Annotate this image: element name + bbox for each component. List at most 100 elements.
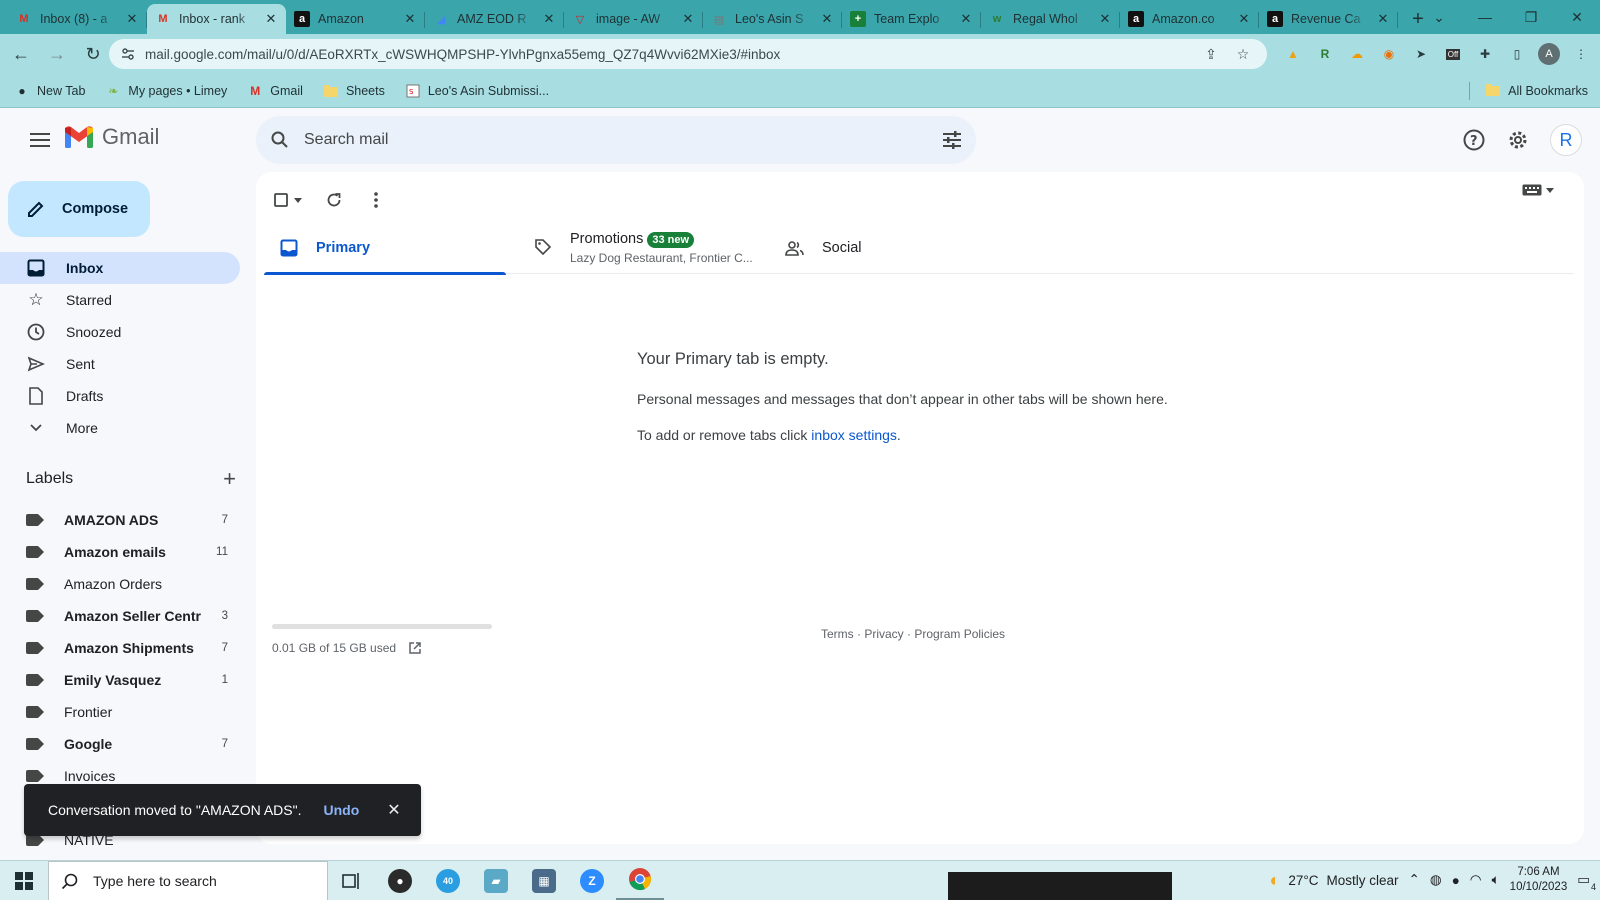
search-input[interactable] bbox=[304, 131, 928, 149]
browser-tab[interactable]: M Inbox (8) - a ✕ bbox=[8, 4, 147, 34]
program-policies-link[interactable]: Program Policies bbox=[914, 627, 1005, 641]
close-tab-icon[interactable]: ✕ bbox=[1237, 11, 1251, 27]
close-window-icon[interactable]: ✕ bbox=[1554, 0, 1600, 34]
close-tab-icon[interactable]: ✕ bbox=[959, 11, 973, 27]
chevron-up-icon[interactable]: ⌃ bbox=[1409, 872, 1420, 888]
create-label-icon[interactable]: + bbox=[223, 468, 236, 490]
browser-tab[interactable]: ▤ Leo's Asin S ✕ bbox=[703, 4, 842, 34]
undo-button[interactable]: Undo bbox=[323, 802, 359, 818]
close-tab-icon[interactable]: ✕ bbox=[820, 11, 834, 27]
volume-icon[interactable]: 🔈︎ bbox=[1492, 872, 1500, 888]
browser-tab[interactable]: a Amazon ✕ bbox=[286, 4, 425, 34]
extension-icon-1[interactable]: ▲ bbox=[1280, 41, 1306, 67]
side-panel-icon[interactable]: ▯ bbox=[1504, 41, 1530, 67]
tab-promotions[interactable]: Promotions 33 new Lazy Dog Restaurant, Fr… bbox=[518, 222, 768, 274]
browser-tab[interactable]: ▽ image - AW ✕ bbox=[564, 4, 703, 34]
browser-tab[interactable]: M Inbox - rank ✕ bbox=[147, 4, 286, 34]
all-bookmarks[interactable]: All Bookmarks bbox=[1469, 74, 1588, 108]
label-item[interactable]: Amazon Shipments 7 bbox=[0, 632, 240, 664]
close-tab-icon[interactable]: ✕ bbox=[681, 11, 695, 27]
network-icon[interactable]: ◍ bbox=[1430, 872, 1442, 888]
windows-start-icon[interactable] bbox=[0, 861, 48, 900]
restore-icon[interactable]: ❐ bbox=[1508, 0, 1554, 34]
input-tools-icon[interactable] bbox=[1522, 184, 1554, 196]
chrome-menu-icon[interactable]: ⋮ bbox=[1568, 41, 1594, 67]
chrome-icon[interactable] bbox=[616, 861, 664, 900]
bookmark-leos-asin[interactable]: S Leo's Asin Submissi... bbox=[405, 83, 549, 99]
account-avatar[interactable]: R bbox=[1550, 124, 1582, 156]
settings-gear-icon[interactable] bbox=[1498, 120, 1538, 160]
label-item[interactable]: AMAZON ADS 7 bbox=[0, 504, 240, 536]
bookmark-sheets[interactable]: Sheets bbox=[323, 83, 385, 99]
close-icon[interactable]: ✕ bbox=[387, 800, 400, 820]
bookmark-new-tab[interactable]: ● New Tab bbox=[14, 83, 85, 99]
tab-primary[interactable]: Primary bbox=[264, 222, 518, 275]
label-item[interactable]: Emily Vasquez 1 bbox=[0, 664, 240, 696]
extension-icon-3[interactable]: ☁ bbox=[1344, 41, 1370, 67]
weather-widget[interactable]: ◐ 27°C Mostly clear bbox=[1269, 870, 1398, 891]
compose-button[interactable]: Compose bbox=[8, 181, 150, 237]
profile-avatar[interactable]: A bbox=[1536, 41, 1562, 67]
nav-drafts[interactable]: Drafts bbox=[0, 380, 240, 412]
bookmark-gmail[interactable]: M Gmail bbox=[247, 83, 303, 99]
extension-icon-5[interactable]: ➤ bbox=[1408, 41, 1434, 67]
share-icon[interactable]: ⇪ bbox=[1199, 46, 1223, 63]
browser-tab[interactable]: w Regal Whol ✕ bbox=[981, 4, 1120, 34]
task-view-icon[interactable] bbox=[328, 861, 376, 900]
select-checkbox[interactable] bbox=[266, 182, 310, 218]
taskbar-search[interactable]: Type here to search bbox=[48, 860, 328, 900]
inbox-settings-link[interactable]: inbox settings bbox=[811, 427, 897, 443]
back-icon[interactable]: ← bbox=[6, 39, 36, 69]
bookmark-star-icon[interactable]: ☆ bbox=[1231, 46, 1255, 63]
browser-tab[interactable]: a Amazon.co ✕ bbox=[1120, 4, 1259, 34]
notifications-icon[interactable]: ▭ 4 bbox=[1577, 872, 1596, 892]
microphone-icon[interactable]: ● bbox=[1452, 873, 1460, 888]
label-item[interactable]: Amazon Orders bbox=[0, 568, 240, 600]
clock[interactable]: 7:06 AM 10/10/2023 bbox=[1510, 865, 1568, 895]
wifi-icon[interactable]: ◠ bbox=[1470, 872, 1482, 888]
label-item[interactable]: Google 7 bbox=[0, 728, 240, 760]
nav-snoozed[interactable]: Snoozed bbox=[0, 316, 240, 348]
refresh-icon[interactable] bbox=[316, 182, 352, 218]
close-tab-icon[interactable]: ✕ bbox=[264, 11, 278, 27]
main-menu-icon[interactable] bbox=[20, 120, 60, 160]
nav-sent[interactable]: Sent bbox=[0, 348, 240, 380]
external-link-icon[interactable] bbox=[408, 641, 422, 655]
zoom-icon[interactable]: Z bbox=[568, 861, 616, 900]
browser-tab[interactable]: ◢ AMZ EOD R ✕ bbox=[425, 4, 564, 34]
taskbar-app-2[interactable]: 40 bbox=[424, 861, 472, 900]
privacy-link[interactable]: Privacy bbox=[864, 627, 903, 641]
close-tab-icon[interactable]: ✕ bbox=[403, 11, 417, 27]
nav-inbox[interactable]: Inbox bbox=[0, 252, 240, 284]
terms-link[interactable]: Terms bbox=[821, 627, 854, 641]
calculator-icon[interactable]: ▦ bbox=[520, 861, 568, 900]
close-tab-icon[interactable]: ✕ bbox=[1098, 11, 1112, 27]
extension-icon-4[interactable]: ◉ bbox=[1376, 41, 1402, 67]
tab-social[interactable]: Social bbox=[768, 222, 1022, 274]
address-bar[interactable]: mail.google.com/mail/u/0/d/AEoRXRTx_cWSW… bbox=[109, 39, 1267, 69]
taskbar-app-3[interactable]: ▰ bbox=[472, 861, 520, 900]
reload-icon[interactable]: ↻ bbox=[78, 39, 108, 69]
puzzle-icon[interactable]: ✚ bbox=[1472, 41, 1498, 67]
bookmark-my-pages[interactable]: ❧ My pages • Limey bbox=[105, 83, 227, 99]
site-info-icon[interactable] bbox=[121, 47, 135, 61]
label-item[interactable]: Amazon emails 11 bbox=[0, 536, 240, 568]
nav-starred[interactable]: ☆ Starred bbox=[0, 284, 240, 316]
taskbar-app-1[interactable]: ● bbox=[376, 861, 424, 900]
more-options-icon[interactable] bbox=[358, 182, 394, 218]
nav-more[interactable]: More bbox=[0, 412, 240, 444]
browser-tab[interactable]: + Team Explo ✕ bbox=[842, 4, 981, 34]
browser-tab[interactable]: a Revenue Ca ✕ bbox=[1259, 4, 1398, 34]
search-options-icon[interactable] bbox=[928, 116, 976, 164]
support-icon[interactable]: ? bbox=[1454, 120, 1494, 160]
extension-icon-2[interactable]: R bbox=[1312, 41, 1338, 67]
gmail-logo[interactable]: Gmail bbox=[64, 124, 159, 150]
close-tab-icon[interactable]: ✕ bbox=[125, 11, 139, 27]
label-item[interactable]: Amazon Seller Centr 3 bbox=[0, 600, 240, 632]
close-tab-icon[interactable]: ✕ bbox=[542, 11, 556, 27]
forward-icon[interactable]: → bbox=[42, 39, 72, 69]
extension-off-icon[interactable]: Off bbox=[1440, 41, 1466, 67]
tab-search-chevron-icon[interactable]: ⌄ bbox=[1416, 0, 1462, 34]
close-tab-icon[interactable]: ✕ bbox=[1376, 11, 1390, 27]
search-icon[interactable] bbox=[256, 116, 304, 164]
